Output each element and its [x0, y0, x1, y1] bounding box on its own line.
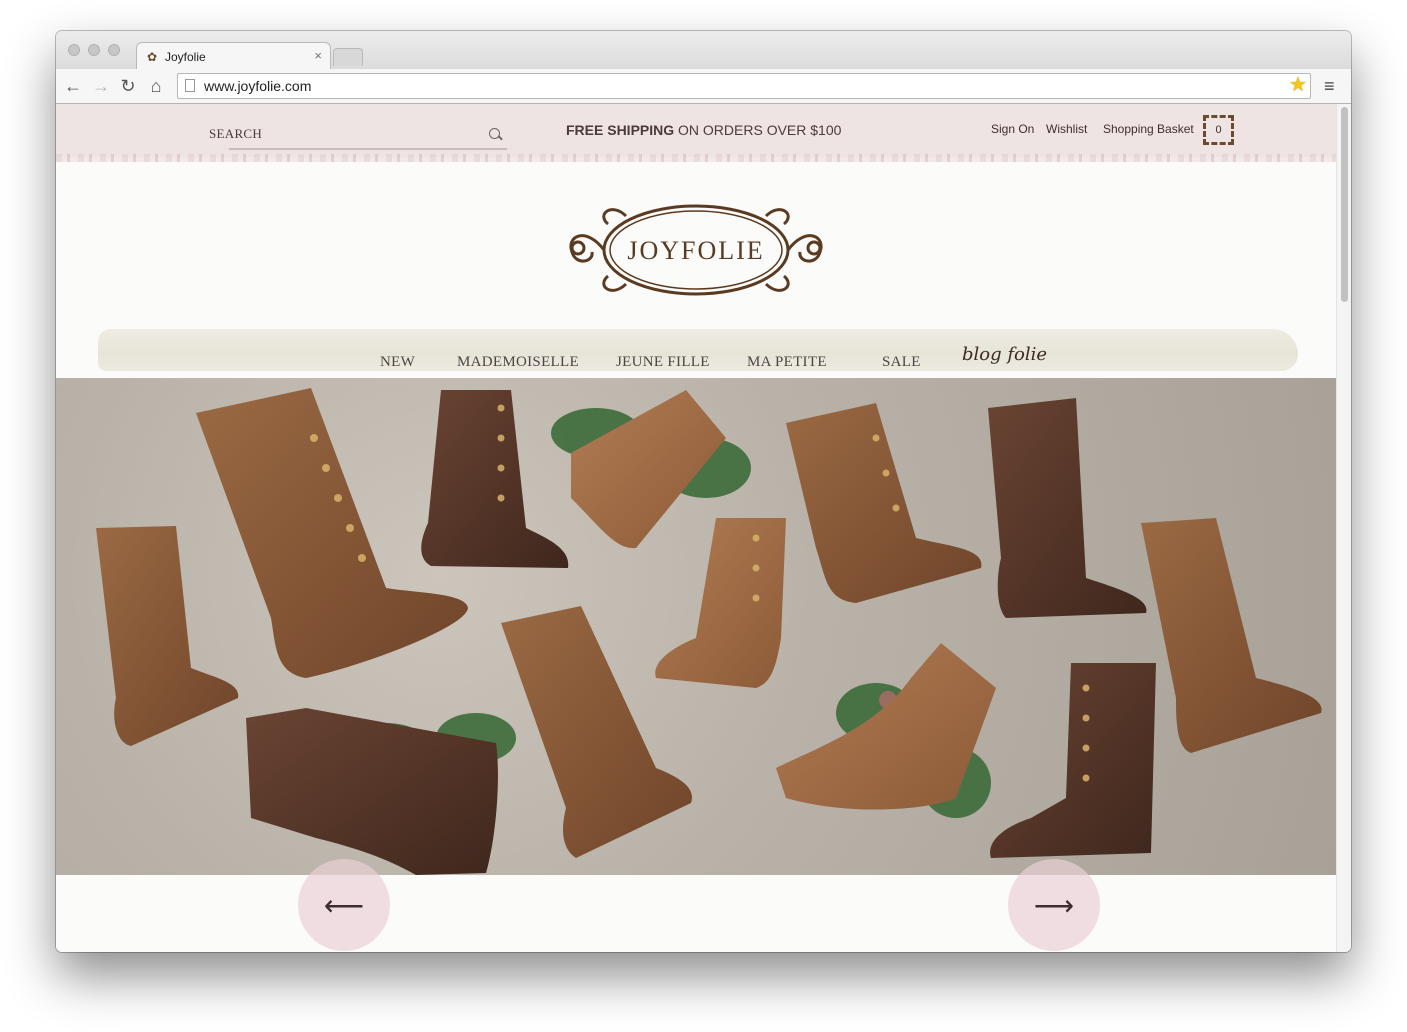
nav-item-new[interactable]: NEW: [380, 354, 415, 371]
carousel-next-button[interactable]: ⟶: [1008, 859, 1100, 951]
boot-6: [96, 526, 239, 746]
boot-2: [421, 390, 569, 568]
back-icon[interactable]: ←: [62, 75, 84, 97]
boot-9: [501, 606, 692, 858]
joyfolie-logo[interactable]: JOYFOLIE: [556, 196, 836, 300]
boot-5: [988, 398, 1147, 618]
shipping-bold: FREE SHIPPING: [566, 122, 675, 138]
search-icon[interactable]: [489, 128, 500, 139]
nav-item-ma-petite[interactable]: MA PETITE: [747, 354, 827, 371]
page-scrollbar[interactable]: [1336, 104, 1351, 952]
boot-7: [655, 518, 786, 688]
scrollbar-thumb[interactable]: [1341, 107, 1348, 302]
arrow-right-icon: ⟶: [1033, 890, 1075, 921]
home-icon[interactable]: ⌂: [145, 75, 167, 97]
forward-icon[interactable]: →: [90, 75, 112, 97]
boots-photo: [96, 388, 1322, 875]
page-icon: [185, 79, 195, 92]
search-underline: [229, 148, 507, 150]
boot-8: [1141, 518, 1322, 753]
search-input[interactable]: SEARCH: [209, 126, 262, 142]
top-bar-torn-edge: [56, 154, 1336, 162]
browser-toolbar: ← → ↻ ⌂ www.joyfolie.com ★ ≡: [56, 69, 1351, 104]
wishlist-link[interactable]: Wishlist: [1046, 122, 1087, 136]
nav-item-sale[interactable]: SALE: [882, 354, 921, 371]
zoom-window-icon[interactable]: [108, 44, 120, 56]
page-viewport: SEARCH FREE SHIPPING ON ORDERS OVER $100…: [56, 104, 1351, 952]
tab-title: Joyfolie: [165, 50, 206, 64]
flower-favicon-icon: ✿: [147, 50, 158, 64]
sign-on-link[interactable]: Sign On: [991, 122, 1034, 136]
new-tab-button[interactable]: [333, 48, 363, 66]
browser-tab[interactable]: ✿ Joyfolie ×: [136, 42, 331, 70]
nav-item-blog-folie[interactable]: blog folie: [962, 344, 1047, 365]
free-shipping-banner: FREE SHIPPING ON ORDERS OVER $100: [566, 122, 841, 138]
browser-titlebar: ✿ Joyfolie ×: [56, 31, 1351, 70]
carousel-prev-button[interactable]: ⟵: [298, 859, 390, 951]
shopping-basket-link[interactable]: Shopping Basket: [1103, 122, 1194, 136]
browser-menu-icon[interactable]: ≡: [1324, 75, 1335, 97]
site-top-bar: SEARCH FREE SHIPPING ON ORDERS OVER $100…: [56, 104, 1336, 157]
nav-item-jeune-fille[interactable]: JEUNE FILLE: [616, 354, 710, 371]
boot-4: [786, 403, 982, 603]
arrow-left-icon: ⟵: [323, 890, 365, 921]
bookmark-star-icon[interactable]: ★: [1289, 73, 1307, 97]
shipping-rest: ON ORDERS OVER $100: [674, 122, 842, 138]
logo-text: JOYFOLIE: [627, 236, 764, 265]
browser-window: ✿ Joyfolie × ← → ↻ ⌂ www.joyfolie.com ★ …: [56, 31, 1351, 952]
boot-12: [990, 663, 1156, 858]
minimize-window-icon[interactable]: [88, 44, 100, 56]
nav-item-mademoiselle[interactable]: MADEMOISELLE: [457, 354, 579, 371]
url-text[interactable]: www.joyfolie.com: [204, 78, 311, 94]
reload-icon[interactable]: ↻: [117, 75, 139, 97]
tab-close-icon[interactable]: ×: [314, 48, 322, 63]
hero-carousel-image[interactable]: [56, 378, 1336, 875]
basket-count-badge[interactable]: 0: [1203, 115, 1234, 145]
close-window-icon[interactable]: [68, 44, 80, 56]
address-bar[interactable]: www.joyfolie.com: [177, 73, 1311, 99]
